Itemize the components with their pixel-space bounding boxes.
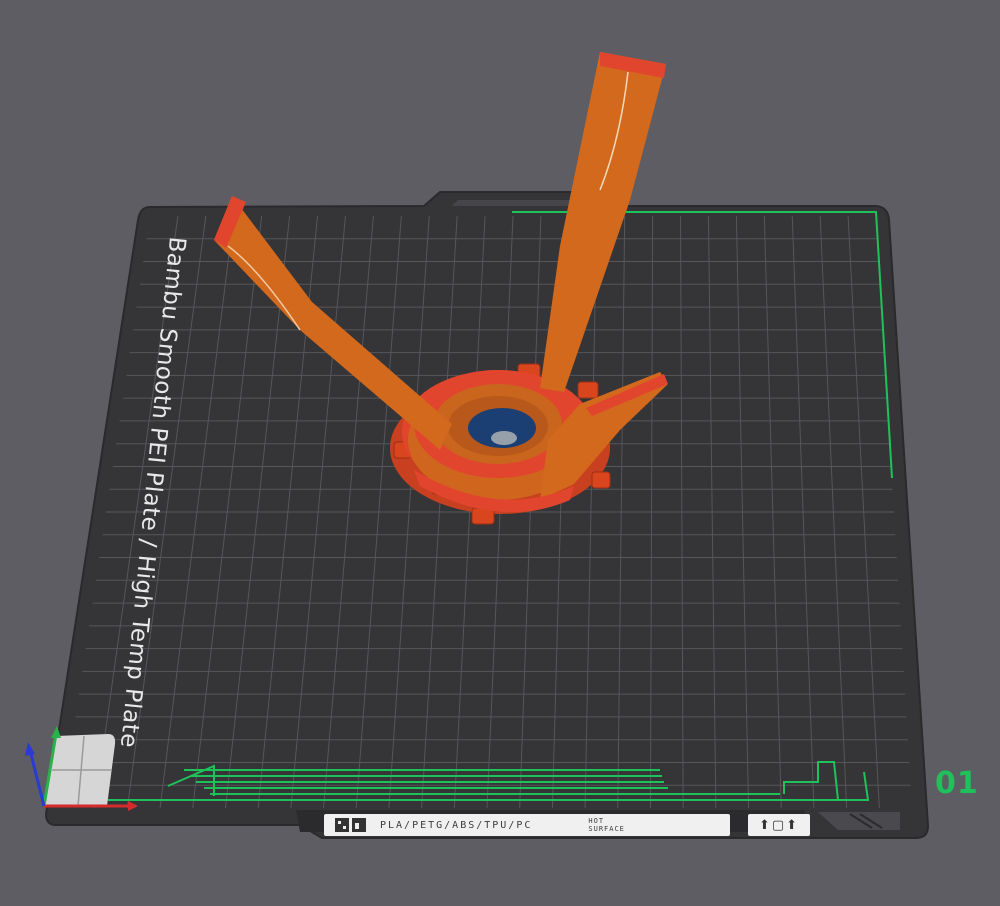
hot-surface-text: HOT SURFACE bbox=[588, 817, 652, 833]
hot-text: HOT bbox=[588, 817, 605, 825]
filament-type-icon bbox=[334, 817, 368, 833]
plate-orientation-icons: ⬆▢⬆ bbox=[748, 814, 810, 836]
plate-material-strip: PLA/PETG/ABS/TPU/PC HOT SURFACE bbox=[324, 814, 730, 836]
surface-text: SURFACE bbox=[588, 825, 625, 833]
plate-number[interactable]: 01 bbox=[935, 766, 979, 801]
3d-viewport[interactable]: Bambu Smooth PEI Plate / High Temp Plate… bbox=[0, 0, 1000, 906]
material-list-text: PLA/PETG/ABS/TPU/PC bbox=[380, 819, 533, 831]
